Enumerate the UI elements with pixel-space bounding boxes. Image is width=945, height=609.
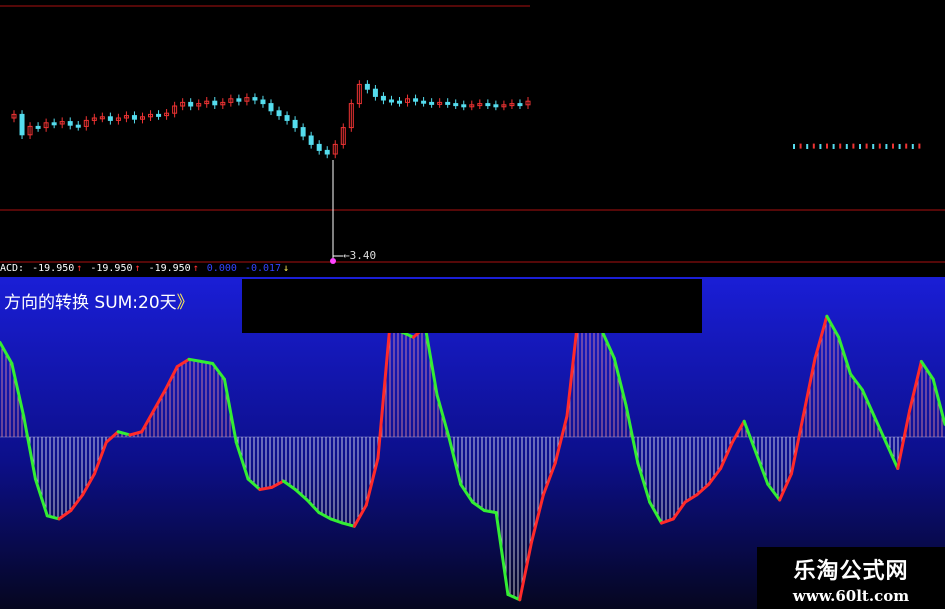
acd-value-4: 0.000 <box>206 263 237 274</box>
trailing-candle <box>885 144 888 149</box>
trailing-candle <box>892 143 894 149</box>
candle-body <box>453 103 459 107</box>
candle-body <box>156 113 162 117</box>
candle-body <box>75 124 81 128</box>
oscillator-segment <box>482 509 498 515</box>
candle-body <box>284 115 290 121</box>
trailing-candle <box>832 144 835 149</box>
acd-value-1: -19.950 <box>32 263 75 274</box>
candle-body <box>131 115 137 120</box>
watermark-title: 乐淘公式网 <box>793 559 909 584</box>
oscillator-segment <box>199 359 215 365</box>
candle-body <box>485 103 491 107</box>
low-marker-dot <box>330 258 336 264</box>
acd-prefix: ACD: <box>0 263 25 274</box>
watermark-url: www.60lt.com <box>792 587 910 605</box>
candle-body <box>276 110 282 117</box>
trailing-candle <box>845 144 848 149</box>
indicator-sum: SUM:20天 <box>94 293 177 313</box>
trailing-candle <box>865 143 868 149</box>
oscillator-segment <box>187 357 203 363</box>
trailing-candle <box>911 144 914 149</box>
candle-body <box>107 116 113 121</box>
acd-arrow-1: ↑ <box>76 263 83 274</box>
trailing-candle <box>859 144 861 149</box>
candle-body <box>324 149 330 155</box>
candle-body <box>421 100 427 104</box>
candle-body <box>364 83 370 90</box>
trailing-candle <box>872 144 875 149</box>
trailing-candle <box>918 143 921 149</box>
occluding-black-box <box>242 279 702 333</box>
trailing-candle <box>852 143 855 149</box>
trailing-candle <box>826 143 828 149</box>
acd-arrow-4: ↓ <box>283 263 290 274</box>
candle-body <box>308 135 314 145</box>
candle-body <box>493 104 499 108</box>
trailing-candle <box>819 144 822 149</box>
candle-body <box>300 127 306 137</box>
trailing-candle <box>905 143 908 149</box>
candle-body <box>252 97 258 101</box>
acd-value-2: -19.950 <box>90 263 133 274</box>
chart-window: ←3.40 ACD: -19.950 ↑ -19.950 ↑ -19.950 ↑ 0.… <box>0 0 945 609</box>
candle-body <box>517 103 523 107</box>
acd-value-3: -19.950 <box>148 263 191 274</box>
candle-body <box>212 100 218 106</box>
candle-body <box>188 101 194 107</box>
candle-body <box>413 98 419 102</box>
watermark-logo: 乐淘公式网 www.60lt.com <box>757 547 945 609</box>
acd-arrow-3: ↑ <box>192 263 199 274</box>
oscillator-segment <box>258 485 274 491</box>
trailing-candle <box>812 143 815 149</box>
acd-value-5: -0.017 <box>244 263 282 274</box>
indicator-name: 方向的转换 <box>4 293 89 313</box>
low-label-value: 3.40 <box>349 249 377 262</box>
acd-readout-row: ACD: -19.950 ↑ -19.950 ↑ -19.950 ↑ 0.000 -0… <box>0 263 291 274</box>
candle-body <box>67 121 73 126</box>
trailing-candle <box>898 144 901 149</box>
candle-body <box>51 122 57 126</box>
acd-arrow-2: ↑ <box>134 263 141 274</box>
candle-body <box>461 104 467 108</box>
candle-body <box>268 103 274 112</box>
indicator-bracket: 》 <box>176 293 194 313</box>
candle-body <box>292 119 298 129</box>
trailing-candle-segment <box>793 143 921 149</box>
low-label-arrow: ← <box>343 249 350 262</box>
candle-body <box>316 143 322 151</box>
trailing-candle <box>839 143 842 149</box>
candlestick-series <box>11 80 531 159</box>
candle-body <box>445 101 451 105</box>
candle-body <box>260 99 266 105</box>
trailing-candle <box>806 144 809 149</box>
candle-body <box>380 95 386 101</box>
trailing-candle <box>878 143 881 149</box>
candle-body <box>388 99 394 103</box>
candle-body <box>372 88 378 97</box>
trailing-candle <box>799 143 802 149</box>
price-low-label: ←3.40 <box>343 249 376 262</box>
candle-body <box>236 98 242 102</box>
candle-body <box>429 101 435 105</box>
indicator-title: 方向的转换 SUM:20天》 <box>4 288 194 313</box>
candle-body <box>19 113 25 136</box>
trailing-candle <box>793 144 795 149</box>
candle-body <box>35 125 41 129</box>
candle-body <box>397 100 402 104</box>
